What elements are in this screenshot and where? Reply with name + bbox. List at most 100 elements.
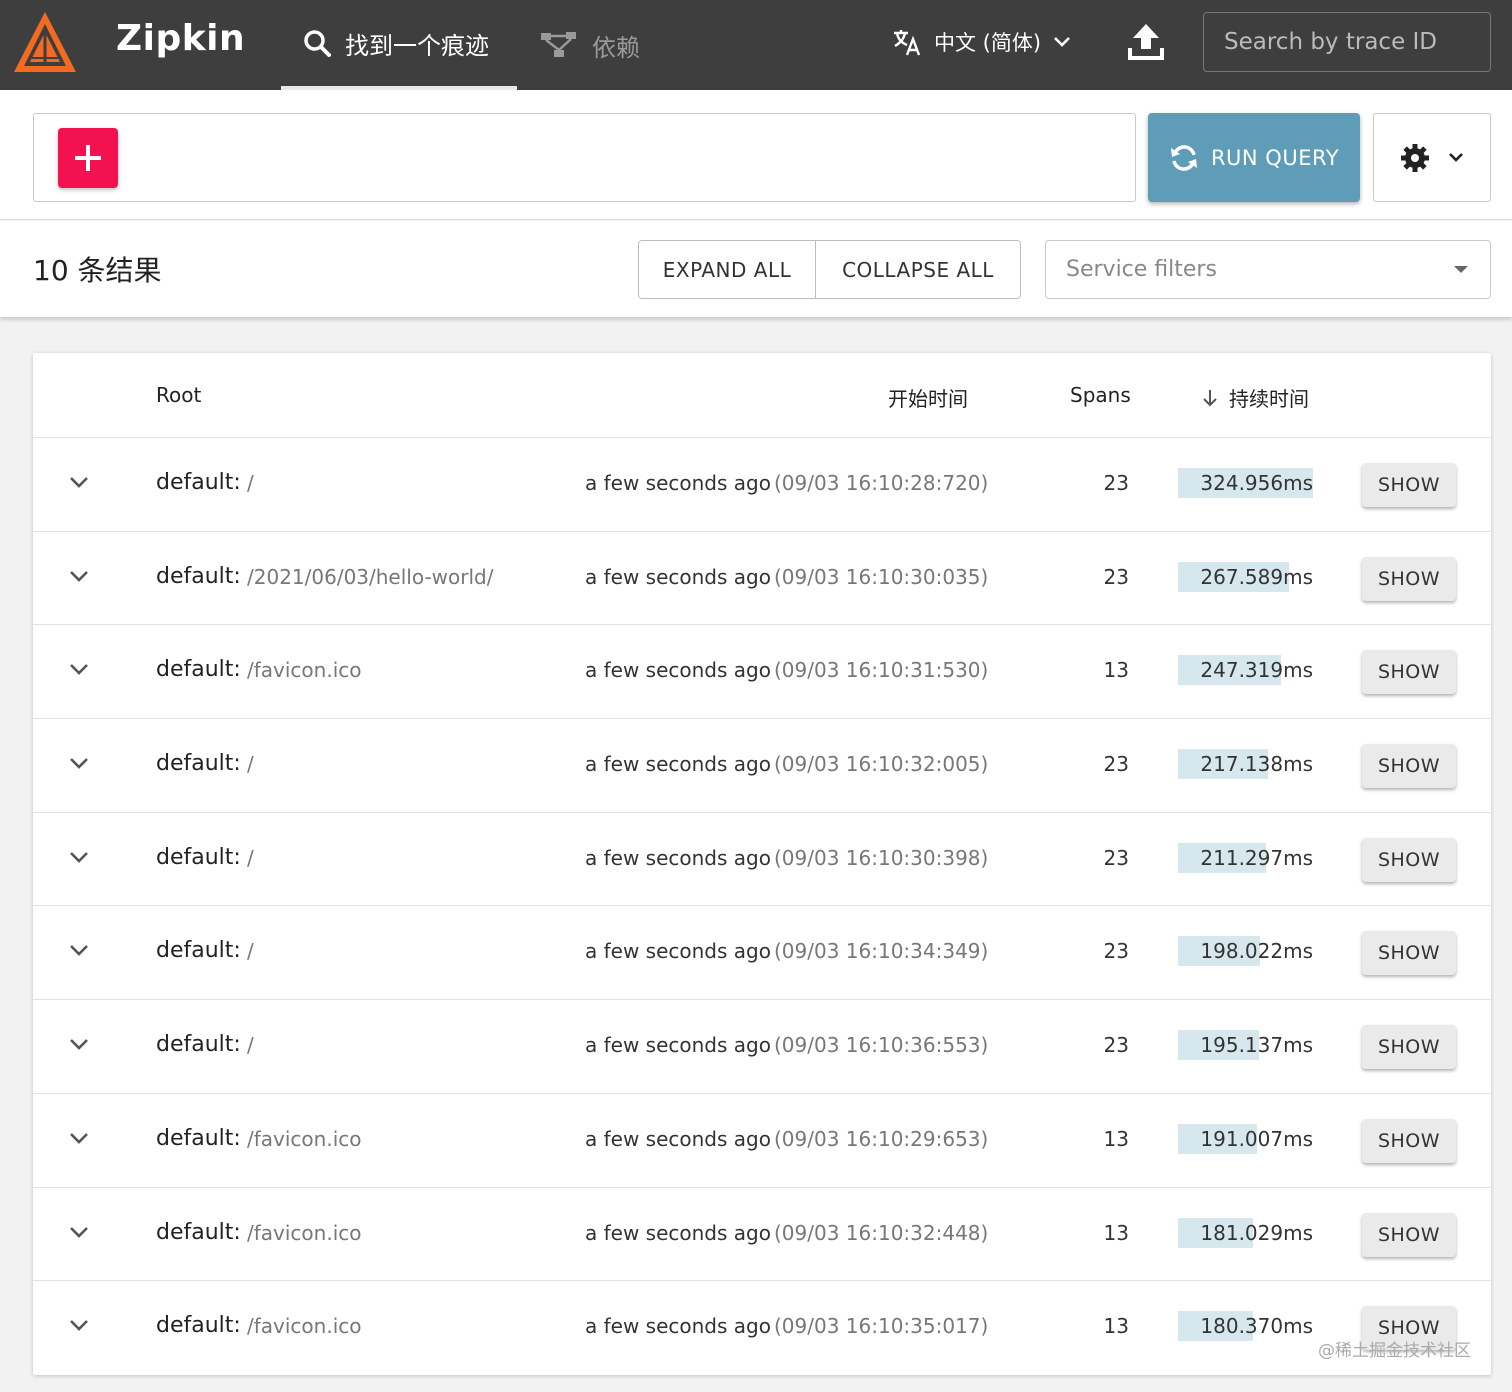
expand-row-icon[interactable] — [69, 757, 89, 771]
column-root[interactable]: Root — [156, 383, 201, 407]
row-duration-value: 217.138ms — [1200, 752, 1313, 777]
query-settings-button[interactable] — [1373, 113, 1491, 202]
show-trace-button[interactable]: SHOW — [1362, 837, 1456, 882]
show-trace-button[interactable]: SHOW — [1362, 463, 1456, 507]
row-duration-value: 324.956ms — [1200, 471, 1313, 495]
row-span-path: / — [247, 1033, 254, 1058]
table-row[interactable]: default: / a few seconds ago (09/03 16:1… — [33, 719, 1491, 813]
language-selector[interactable]: 中文 (简体) — [892, 0, 1071, 84]
row-timestamp: (09/03 16:10:34:349) — [774, 939, 989, 964]
table-row[interactable]: default: /favicon.ico a few seconds ago … — [33, 625, 1491, 720]
show-trace-button[interactable]: SHOW — [1362, 931, 1456, 976]
tab-dependencies-label: 依赖 — [592, 33, 640, 62]
zipkin-logo-icon[interactable] — [12, 10, 78, 76]
row-relative-time: a few seconds ago — [585, 564, 771, 589]
expand-row-icon[interactable] — [69, 1132, 89, 1146]
brand-title[interactable]: Zipkin — [116, 18, 245, 59]
expand-row-icon[interactable] — [69, 663, 89, 677]
row-duration: 324.956ms — [1178, 468, 1313, 498]
show-trace-button[interactable]: SHOW — [1362, 744, 1456, 789]
row-span-path: /2021/06/03/hello-world/ — [247, 564, 494, 589]
row-timestamp: (09/03 16:10:30:035) — [774, 564, 989, 589]
row-duration: 180.370ms — [1178, 1311, 1313, 1342]
show-trace-button[interactable]: SHOW — [1362, 1212, 1456, 1257]
expand-row-icon[interactable] — [69, 570, 89, 584]
results-toolbar: 10 条结果 EXPAND ALL COLLAPSE ALL Service f… — [0, 221, 1512, 317]
add-criteria-button[interactable] — [58, 128, 118, 188]
collapse-all-button[interactable]: COLLAPSE ALL — [816, 241, 1020, 298]
service-filters-placeholder: Service filters — [1066, 257, 1217, 282]
table-body: default: / a few seconds ago (09/03 16:1… — [33, 438, 1491, 1375]
trace-id-search-input[interactable] — [1203, 12, 1491, 72]
row-timestamp: (09/03 16:10:28:720) — [774, 471, 989, 495]
gear-icon — [1401, 143, 1429, 172]
row-service-name: default: — [156, 563, 241, 589]
row-service-name: default: — [156, 1219, 241, 1245]
table-row[interactable]: default: /favicon.ico a few seconds ago … — [33, 1094, 1491, 1188]
table-row[interactable]: default: /2021/06/03/hello-world/ a few … — [33, 532, 1491, 626]
row-span-path: /favicon.ico — [247, 1314, 362, 1339]
column-spans[interactable]: Spans — [1070, 383, 1131, 407]
expand-row-icon[interactable] — [69, 1038, 89, 1052]
row-service-name: default: — [156, 470, 241, 495]
expand-row-icon[interactable] — [69, 476, 89, 490]
row-duration: 181.029ms — [1178, 1217, 1313, 1248]
column-duration-label: 持续时间 — [1229, 387, 1309, 411]
watermark: @稀土掘金技术社区 — [1318, 1341, 1471, 1361]
tab-find-trace[interactable]: 找到一个痕迹 — [281, 0, 517, 90]
row-span-count: 23 — [1103, 752, 1129, 777]
row-span-count: 23 — [1103, 939, 1129, 964]
table-header: Root 开始时间 Spans 持续时间 — [33, 353, 1491, 438]
row-span-path: / — [247, 845, 254, 870]
run-query-button[interactable]: RUN QUERY — [1148, 113, 1360, 202]
show-trace-button[interactable]: SHOW — [1362, 1118, 1456, 1163]
row-duration-value: 267.589ms — [1200, 564, 1313, 589]
row-span-path: / — [247, 471, 254, 495]
expand-row-icon[interactable] — [69, 944, 89, 958]
row-span-path: /favicon.ico — [247, 1126, 362, 1151]
column-start-time[interactable]: 开始时间 — [888, 383, 968, 412]
expand-row-icon[interactable] — [69, 851, 89, 865]
row-relative-time: a few seconds ago — [585, 1126, 771, 1151]
row-service-name: default: — [156, 657, 241, 683]
row-timestamp: (09/03 16:10:30:398) — [774, 845, 989, 870]
row-span-path: / — [247, 939, 254, 964]
row-duration: 198.022ms — [1178, 936, 1313, 967]
row-span-path: /favicon.ico — [247, 1220, 362, 1245]
chevron-down-icon — [1054, 37, 1070, 47]
column-duration[interactable]: 持续时间 — [1201, 383, 1309, 412]
tab-dependencies[interactable]: 依赖 — [540, 0, 640, 90]
row-span-count: 23 — [1103, 471, 1129, 495]
row-service-name: default: — [156, 751, 241, 777]
row-duration: 267.589ms — [1178, 561, 1313, 592]
row-service-name: default: — [156, 1313, 241, 1339]
row-span-count: 13 — [1103, 658, 1129, 683]
row-duration: 247.319ms — [1178, 655, 1313, 686]
query-criteria-field[interactable] — [33, 113, 1136, 202]
row-service-name: default: — [156, 938, 241, 964]
table-row[interactable]: default: / a few seconds ago (09/03 16:1… — [33, 438, 1491, 532]
language-label: 中文 (简体) — [934, 31, 1042, 55]
expand-all-button[interactable]: EXPAND ALL — [639, 241, 816, 298]
row-duration-value: 180.370ms — [1200, 1314, 1313, 1339]
row-timestamp: (09/03 16:10:31:530) — [774, 658, 989, 683]
service-filters-select[interactable]: Service filters — [1045, 240, 1491, 299]
show-trace-button[interactable]: SHOW — [1362, 556, 1456, 601]
expand-row-icon[interactable] — [69, 1226, 89, 1240]
table-row[interactable]: default: /favicon.ico a few seconds ago … — [33, 1188, 1491, 1282]
row-relative-time: a few seconds ago — [585, 845, 771, 870]
row-duration-value: 247.319ms — [1200, 658, 1313, 683]
table-row[interactable]: default: / a few seconds ago (09/03 16:1… — [33, 906, 1491, 1001]
arrow-down-icon — [1203, 389, 1217, 406]
upload-icon[interactable] — [1127, 22, 1165, 62]
expand-row-icon[interactable] — [69, 1319, 89, 1333]
row-service-name: default: — [156, 1032, 241, 1058]
refresh-icon — [1170, 144, 1197, 171]
show-trace-button[interactable]: SHOW — [1362, 1025, 1456, 1070]
table-row[interactable]: default: / a few seconds ago (09/03 16:1… — [33, 1000, 1491, 1094]
row-duration-value: 191.007ms — [1200, 1126, 1313, 1151]
show-trace-button[interactable]: SHOW — [1362, 650, 1456, 695]
table-row[interactable]: default: /favicon.ico a few seconds ago … — [33, 1281, 1491, 1375]
row-relative-time: a few seconds ago — [585, 471, 771, 495]
table-row[interactable]: default: / a few seconds ago (09/03 16:1… — [33, 813, 1491, 907]
